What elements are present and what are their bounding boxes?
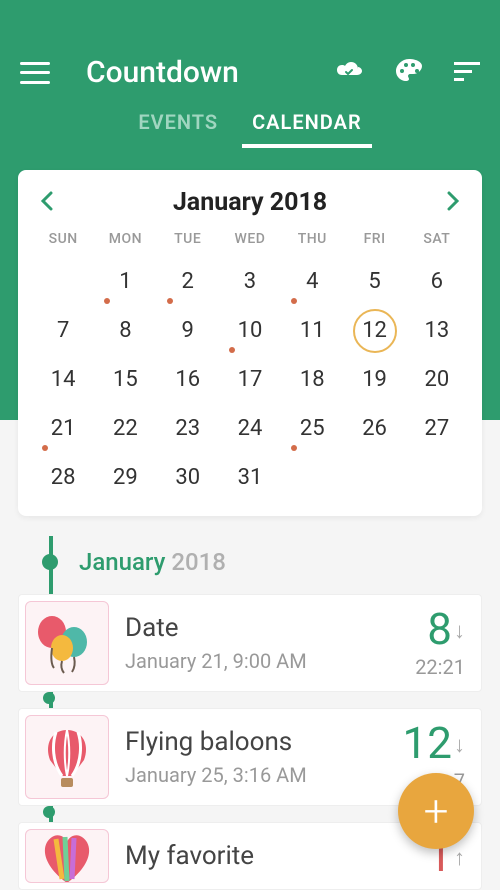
menu-icon[interactable] xyxy=(20,62,50,84)
tab-events[interactable]: EVENTS xyxy=(138,110,218,148)
events-month: January xyxy=(79,548,165,576)
calendar-day[interactable]: 28 xyxy=(32,453,94,502)
events-year: 2018 xyxy=(171,548,226,576)
calendar-day[interactable]: 23 xyxy=(157,404,219,453)
dow-label: FRI xyxy=(343,231,405,257)
calendar-day[interactable]: 21 xyxy=(32,404,94,453)
event-datetime: January 21, 9:00 AM xyxy=(125,649,411,673)
dow-label: TUE xyxy=(157,231,219,257)
calendar-day[interactable]: 26 xyxy=(343,404,405,453)
calendar-day[interactable]: 17 xyxy=(219,355,281,404)
calendar-day[interactable]: 30 xyxy=(157,453,219,502)
calendar-day[interactable]: 15 xyxy=(94,355,156,404)
calendar-day[interactable]: 5 xyxy=(343,257,405,306)
event-dot xyxy=(291,298,297,304)
calendar-day[interactable]: 18 xyxy=(281,355,343,404)
event-dot xyxy=(229,347,235,353)
event-dot xyxy=(42,445,48,451)
calendar-day[interactable]: 14 xyxy=(32,355,94,404)
page-title: Countdown xyxy=(86,55,334,90)
dow-label: WED xyxy=(219,231,281,257)
balloons-icon xyxy=(25,601,109,685)
countdown-number: 12↓ xyxy=(403,721,465,765)
event-title: My favorite xyxy=(125,841,423,871)
calendar-day[interactable]: 10 xyxy=(219,306,281,355)
calendar-day[interactable]: 4 xyxy=(281,257,343,306)
event-title: Flying baloons xyxy=(125,727,399,757)
calendar-day[interactable]: 2 xyxy=(157,257,219,306)
calendar-day[interactable]: 8 xyxy=(94,306,156,355)
calendar-day[interactable]: 9 xyxy=(157,306,219,355)
heart-icon xyxy=(25,829,109,883)
calendar-day[interactable]: 16 xyxy=(157,355,219,404)
calendar-day[interactable]: 27 xyxy=(406,404,468,453)
add-button[interactable]: + xyxy=(398,773,474,849)
calendar-day[interactable]: 20 xyxy=(406,355,468,404)
calendar-day[interactable]: 3 xyxy=(219,257,281,306)
calendar-day[interactable]: 24 xyxy=(219,404,281,453)
events-month-header: January 2018 xyxy=(18,536,482,594)
calendar-day[interactable]: 1 xyxy=(94,257,156,306)
countdown-number: 8↓ xyxy=(415,607,465,651)
tab-calendar[interactable]: CALENDAR xyxy=(252,110,362,148)
dow-label: SUN xyxy=(32,231,94,257)
month-title: January 2018 xyxy=(173,188,327,217)
event-dot xyxy=(104,298,110,304)
empty-day xyxy=(281,453,343,502)
calendar-day[interactable]: 12 xyxy=(343,306,405,355)
countdown-sub: 22:21 xyxy=(415,655,465,679)
empty-day xyxy=(406,453,468,502)
event-dot xyxy=(167,298,173,304)
calendar-day[interactable]: 29 xyxy=(94,453,156,502)
calendar-day[interactable]: 31 xyxy=(219,453,281,502)
empty-day xyxy=(32,257,94,306)
calendar-card: January 2018 SUNMONTUEWEDTHUFRISAT 12345… xyxy=(18,170,482,516)
calendar-day[interactable]: 13 xyxy=(406,306,468,355)
calendar-day[interactable]: 22 xyxy=(94,404,156,453)
palette-icon[interactable] xyxy=(394,57,424,89)
event-title: Date xyxy=(125,613,411,643)
hotair-icon xyxy=(25,715,109,799)
sort-icon[interactable] xyxy=(454,60,480,86)
calendar-day[interactable]: 19 xyxy=(343,355,405,404)
dow-label: SAT xyxy=(406,231,468,257)
cloud-check-icon[interactable] xyxy=(334,59,364,87)
calendar-day[interactable]: 6 xyxy=(406,257,468,306)
dow-label: THU xyxy=(281,231,343,257)
plus-icon: + xyxy=(424,785,449,837)
calendar-day[interactable]: 11 xyxy=(281,306,343,355)
next-month-icon[interactable] xyxy=(446,189,460,217)
event-dot xyxy=(291,445,297,451)
dow-label: MON xyxy=(94,231,156,257)
empty-day xyxy=(343,453,405,502)
prev-month-icon[interactable] xyxy=(40,189,54,217)
calendar-day[interactable]: 7 xyxy=(32,306,94,355)
event-card[interactable]: Date January 21, 9:00 AM8↓ 22:21 xyxy=(18,594,482,692)
calendar-day[interactable]: 25 xyxy=(281,404,343,453)
event-datetime: January 25, 3:16 AM xyxy=(125,763,399,787)
